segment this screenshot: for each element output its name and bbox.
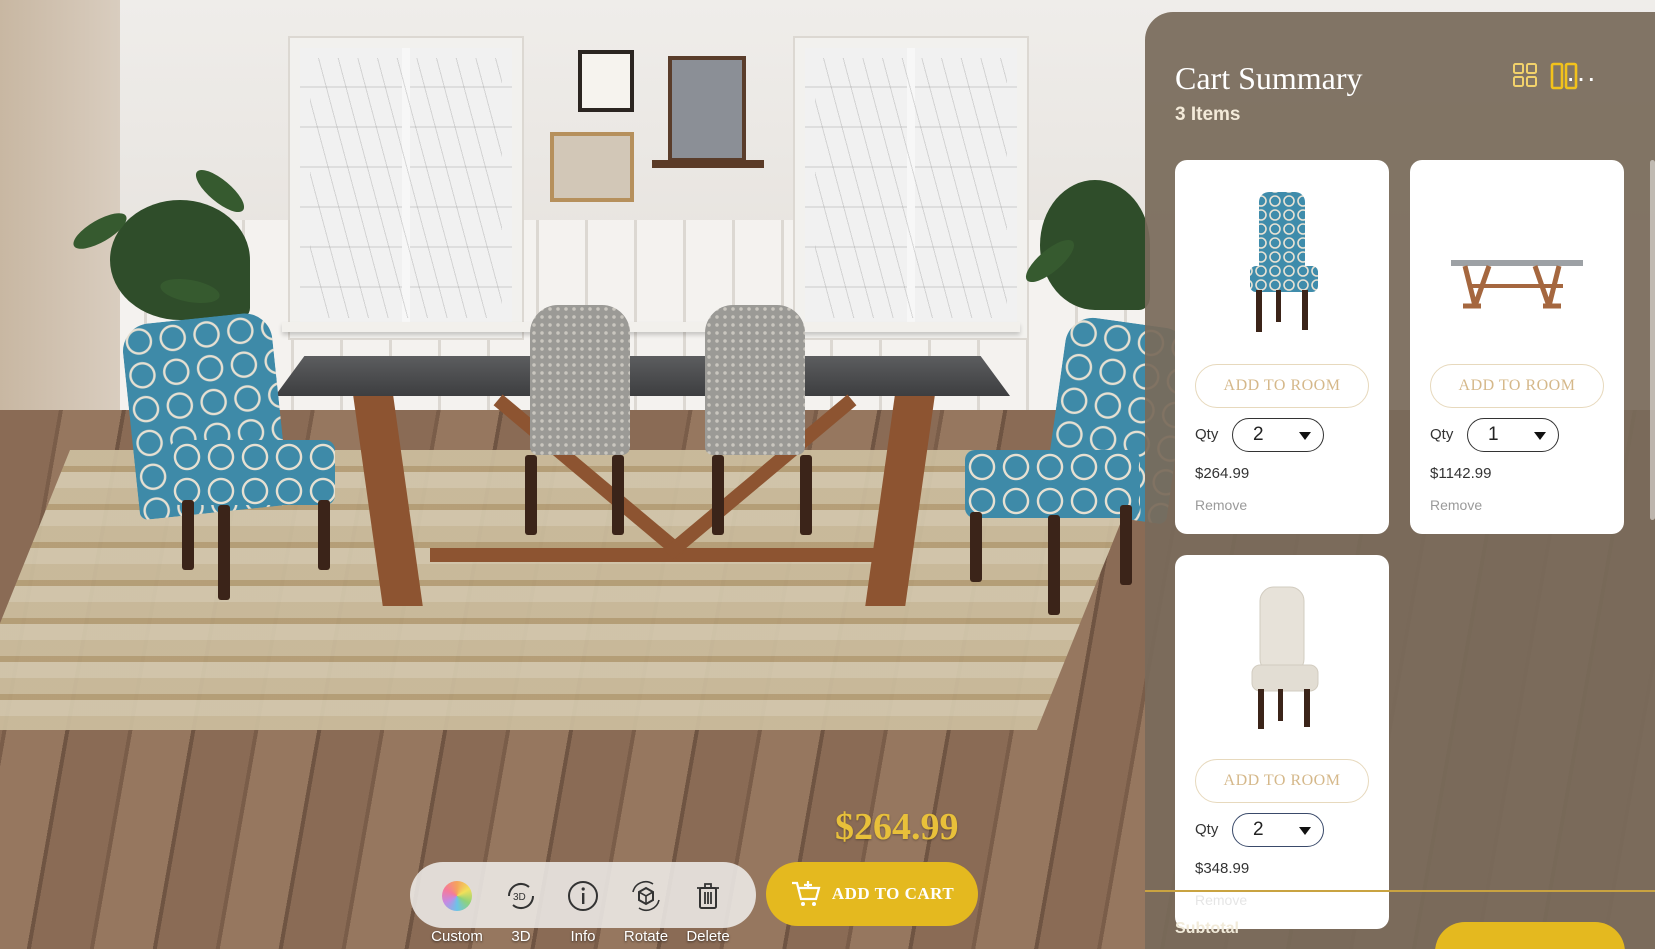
chair-grey-2[interactable] [705,305,805,455]
qty-value: 2 [1253,424,1264,445]
cart-item-card: ADD TO ROOM Qty 1 $1142.99 Remove [1410,160,1624,534]
qty-value: 1 [1488,424,1499,445]
wall-shelf [652,160,764,168]
item-price: $348.99 [1195,860,1250,877]
subtotal-label: Subtotal [1175,920,1239,937]
item-price: $1142.99 [1430,465,1492,482]
chair-seat-left [170,440,335,505]
chair-leg [1048,515,1060,615]
plant-left [110,200,250,320]
add-to-cart-label: ADD TO CART [831,884,955,903]
trash-icon [697,883,719,909]
chair-leg [800,455,812,535]
qty-label: Qty [1430,426,1454,443]
color-wheel-icon [442,881,472,911]
item-price: $264.99 [1195,465,1250,482]
qty-label: Qty [1195,821,1219,838]
info-button[interactable] [554,874,612,918]
dining-table[interactable] [275,356,1010,396]
rotate-cube-icon [632,880,660,912]
chair-grey-1[interactable] [530,305,630,455]
tool-label-rotate: Rotate [623,928,669,945]
info-icon [568,881,598,911]
tool-label-3d: 3D [511,928,531,945]
cart-plus-icon [791,881,821,906]
add-to-room-button[interactable]: ADD TO ROOM [1430,364,1604,408]
chair-leg [712,455,724,535]
qty-label: Qty [1195,426,1219,443]
cart-item-card: ADD TO ROOM Qty 2 $264.99 Remove [1175,160,1389,534]
tool-label-delete: Delete [686,928,730,945]
chevron-down-icon [1534,432,1546,440]
cart-item-count: 3 Items [1175,104,1241,125]
qty-select[interactable]: 2 [1232,418,1324,452]
add-to-room-button[interactable]: ADD TO ROOM [1195,759,1369,803]
framed-art-landscape [550,132,634,202]
cart-item-card: ADD TO ROOM Qty 2 $348.99 Remove [1175,555,1389,929]
qty-value: 2 [1253,819,1264,840]
svg-text:3D: 3D [513,892,526,903]
subtotal-divider [1145,890,1655,892]
chair-leg [525,455,537,535]
chair-leg [970,512,982,582]
tool-label-info: Info [570,928,596,945]
more-options-icon[interactable]: ··· [1566,64,1597,92]
blue-chair-thumbnail[interactable] [1212,180,1352,350]
framed-art-hope [578,50,634,112]
delete-button[interactable] [679,874,737,918]
window-right [795,38,1027,338]
grid-view-icon[interactable] [1512,62,1538,88]
chair-leg [612,455,624,535]
tool-label-custom: Custom [431,928,483,945]
3d-rotate-icon: 3D [507,882,535,910]
checkout-button[interactable] [1435,922,1625,949]
chevron-down-icon [1299,432,1311,440]
remove-link[interactable]: Remove [1430,497,1482,513]
chair-leg [182,500,194,570]
cart-summary-panel: Cart Summary 3 Items ··· ADD TO ROOM Qty… [1145,12,1655,949]
chevron-down-icon [1299,827,1311,835]
qty-select[interactable]: 1 [1467,418,1559,452]
custom-button[interactable] [428,874,486,918]
remove-link[interactable]: Remove [1195,497,1247,513]
chair-leg [218,505,230,600]
cart-title: Cart Summary [1175,60,1363,96]
chair-leg [1120,505,1132,585]
add-to-room-button[interactable]: ADD TO ROOM [1195,364,1369,408]
window-sill-right [795,322,1020,332]
3d-button[interactable]: 3D [492,874,550,918]
scrollbar[interactable] [1650,160,1655,520]
qty-select[interactable]: 2 [1232,813,1324,847]
chair-leg [318,500,330,570]
window-left [290,38,522,338]
framed-art-door [668,56,746,162]
remove-link[interactable]: Remove [1195,892,1247,908]
rotate-button[interactable] [617,874,675,918]
chair-seat-right [965,450,1140,518]
add-to-cart-button[interactable]: ADD TO CART [766,862,978,926]
table-thumbnail[interactable] [1447,180,1587,350]
selected-item-price: $264.99 [835,806,959,848]
cream-chair-thumbnail[interactable] [1212,575,1352,745]
